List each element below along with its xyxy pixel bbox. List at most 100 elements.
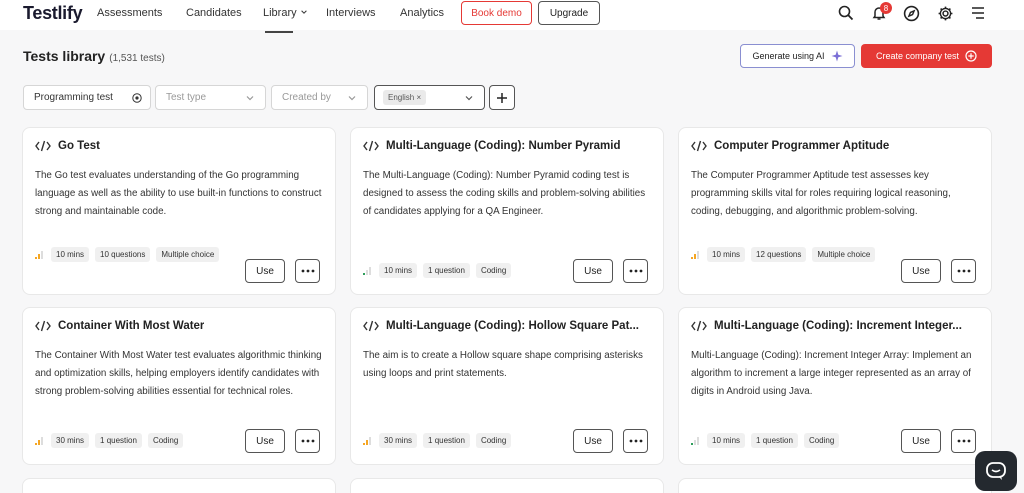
duration-tag: 30 mins [51,433,90,448]
more-options-button[interactable] [295,259,320,283]
card-title-text: Go Test [58,140,100,152]
test-count: (1,531 tests) [109,53,165,64]
nav-assessments[interactable]: Assessments [97,7,162,19]
test-card[interactable]: Go Test The Go test evaluates understand… [22,127,336,295]
search-input[interactable]: Programming test [23,85,151,110]
nav-library[interactable]: Library [263,7,308,19]
test-card[interactable] [22,478,336,493]
test-card[interactable]: Computer Programmer Aptitude The Compute… [678,127,992,295]
card-tags: 10 mins 1 question Coding [691,433,891,448]
page-title: Tests library (1,531 tests) [23,48,165,64]
add-filter-button[interactable] [489,85,515,110]
duration-tag: 10 mins [51,247,90,262]
use-button[interactable]: Use [245,259,285,283]
more-icon [957,269,970,273]
nav-interviews[interactable]: Interviews [326,7,376,19]
card-title-text: Computer Programmer Aptitude [714,140,890,152]
use-button[interactable]: Use [573,259,613,283]
test-card[interactable]: Container With Most Water The Container … [22,307,336,465]
generate-ai-button[interactable]: Generate using AI [740,44,855,68]
test-type-tag: Multiple choice [812,247,876,262]
language-select[interactable]: English × [374,85,485,110]
created-by-select[interactable]: Created by [271,85,368,110]
nav-analytics[interactable]: Analytics [400,7,444,19]
test-card[interactable]: Multi-Language (Coding): Number Pyramid … [350,127,664,295]
language-chip-label: English [388,93,415,102]
card-title-text: Multi-Language (Coding): Hollow Square P… [386,320,639,332]
code-icon [691,140,707,152]
language-chip[interactable]: English × [383,90,427,105]
test-card[interactable]: Multi-Language (Coding): Increment Integ… [678,307,992,465]
chevron-down-icon [348,96,356,101]
duration-tag: 10 mins [707,433,746,448]
use-button[interactable]: Use [901,259,941,283]
test-card[interactable] [678,478,992,493]
difficulty-icon [363,266,371,275]
book-demo-button[interactable]: Book demo [461,1,532,25]
chat-button[interactable] [975,451,1017,491]
menu-icon[interactable] [969,4,987,22]
test-card[interactable]: Multi-Language (Coding): Hollow Square P… [350,307,664,465]
more-options-button[interactable] [951,429,976,453]
card-tags: 10 mins 10 questions Multiple choice [35,247,235,262]
card-description: The aim is to create a Hollow square sha… [363,350,643,379]
clear-icon[interactable] [132,93,142,103]
question-count-tag: 12 questions [751,247,807,262]
test-type-select[interactable]: Test type [155,85,266,110]
more-icon [629,439,642,443]
chevron-down-icon [300,10,307,14]
card-title[interactable]: Computer Programmer Aptitude [691,140,983,152]
card-title[interactable]: Go Test [35,140,327,152]
card-title[interactable]: Container With Most Water [35,320,327,332]
use-button[interactable]: Use [573,429,613,453]
card-description: The Go test evaluates understanding of t… [35,170,322,217]
nav-candidates[interactable]: Candidates [186,7,242,19]
create-test-label: Create company test [875,51,960,61]
question-count-tag: 1 question [423,433,470,448]
question-count-tag: 1 question [751,433,798,448]
chat-icon [986,462,1006,480]
card-title[interactable]: Multi-Language (Coding): Number Pyramid [363,140,655,152]
card-title[interactable]: Multi-Language (Coding): Hollow Square P… [363,320,655,332]
search-value: Programming test [34,92,113,103]
question-count-tag: 1 question [95,433,142,448]
code-icon [363,140,379,152]
question-count-tag: 10 questions [95,247,151,262]
compass-icon[interactable] [902,4,920,22]
more-options-button[interactable] [951,259,976,283]
upgrade-button[interactable]: Upgrade [538,1,600,25]
card-tags: 30 mins 1 question Coding [363,433,563,448]
more-icon [957,439,970,443]
difficulty-icon [691,250,699,259]
test-type-tag: Coding [475,433,512,448]
card-tags: 10 mins 1 question Coding [363,263,563,278]
plus-circle-icon [965,50,977,62]
card-title-text: Multi-Language (Coding): Increment Integ… [714,320,962,332]
question-count-tag: 1 question [423,263,470,278]
logo[interactable]: Testlify [23,3,83,24]
more-icon [301,269,314,273]
test-type-tag: Multiple choice [156,247,220,262]
duration-tag: 10 mins [379,263,418,278]
test-card[interactable] [350,478,664,493]
gear-icon[interactable] [936,4,954,22]
more-options-button[interactable] [623,429,648,453]
use-button[interactable]: Use [245,429,285,453]
search-icon[interactable] [837,4,855,22]
more-options-button[interactable] [623,259,648,283]
test-type-placeholder: Test type [166,92,207,103]
more-options-button[interactable] [295,429,320,453]
difficulty-icon [363,436,371,445]
test-type-tag: Coding [147,433,184,448]
card-title[interactable]: Multi-Language (Coding): Increment Integ… [691,320,983,332]
sparkle-icon [831,50,843,62]
remove-chip-icon[interactable]: × [416,93,421,102]
test-type-tag: Coding [475,263,512,278]
use-button[interactable]: Use [901,429,941,453]
difficulty-icon [35,436,43,445]
create-company-test-button[interactable]: Create company test [861,44,992,68]
top-nav: Testlify Assessments Candidates Library … [0,0,1024,30]
card-description: The Container With Most Water test evalu… [35,350,322,397]
active-nav-indicator [265,31,293,33]
duration-tag: 30 mins [379,433,418,448]
